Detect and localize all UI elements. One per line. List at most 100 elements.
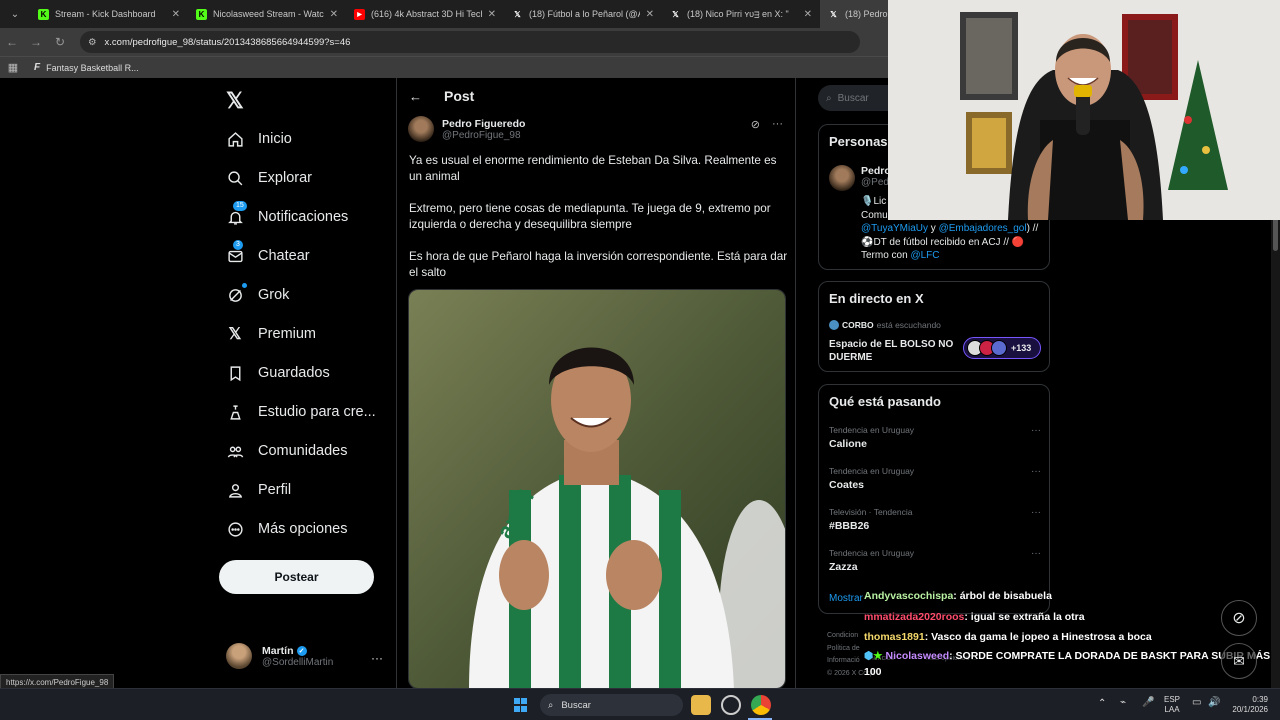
reload-icon[interactable]: ↻ [48, 35, 72, 49]
nav-item-perfil[interactable]: Perfil [226, 478, 291, 502]
avatar [226, 643, 252, 669]
nav-item-premium[interactable]: 𝕏 Premium [226, 322, 316, 346]
close-tab-icon[interactable]: ✕ [646, 9, 654, 20]
avatar[interactable] [408, 116, 434, 142]
bio-mention[interactable]: @Embajadores_gol [939, 223, 1027, 234]
nav-label: Notificaciones [258, 209, 349, 225]
taskbar-search-label: Buscar [561, 699, 591, 711]
nav-item-inicio[interactable]: Inicio [226, 127, 292, 151]
trend-item[interactable]: Tendencia en Uruguay Zazza ··· [829, 548, 1041, 573]
nav-label: Inicio [258, 131, 292, 147]
messages-float-button[interactable]: ✉ [1221, 643, 1257, 679]
url-field[interactable]: ⚙ x.com/pedrofigue_98/status/20134386856… [80, 31, 860, 53]
nav-item-estudio[interactable]: Estudio para cre... [226, 400, 376, 424]
nav-item-chatear[interactable]: 3 Chatear [226, 240, 310, 268]
forward-icon[interactable]: → [24, 35, 48, 49]
browser-tab[interactable]: ▶ (616) 4k Abstract 3D Hi Tech Fu ✕ [346, 0, 504, 28]
close-tab-icon[interactable]: ✕ [488, 9, 496, 20]
chrome-icon[interactable] [751, 695, 771, 715]
chat-username: thomas1891 [864, 631, 925, 643]
author-handle[interactable]: @PedroFigue_98 [442, 130, 525, 141]
tab-title: Nicolasweed Stream - Watch Li [213, 9, 324, 19]
live-card: En directo en X CORBO está escuchando Es… [818, 281, 1050, 372]
nav-item-guardados[interactable]: Guardados [226, 361, 330, 385]
mic-icon[interactable]: 🎤 [1142, 698, 1154, 708]
browser-tab[interactable]: K Nicolasweed Stream - Watch Li ✕ [188, 0, 346, 28]
browser-tab[interactable]: 𝕏 (18) Fútbol a lo Peñarol (@AloP ✕ [504, 0, 662, 28]
browser-tab[interactable]: K Stream - Kick Dashboard ✕ [30, 0, 188, 28]
account-switcher[interactable]: Martín ✓ @SordelliMartin [226, 643, 333, 669]
footer-copyright: © 2026 X Corp. [827, 669, 876, 677]
show-more-link[interactable]: Mostrar [829, 593, 863, 604]
more-icon[interactable]: ··· [1031, 507, 1041, 518]
language-indicator[interactable]: ESP LAA [1164, 695, 1180, 715]
relevant-person[interactable]: Pedro @Pedr [829, 165, 892, 191]
space-title[interactable]: Espacio de EL BOLSO NO DUERME [829, 338, 954, 364]
close-tab-icon[interactable]: ✕ [804, 9, 812, 20]
bookmark-item[interactable]: F Fantasy Basketball R... [34, 62, 139, 73]
search-icon: ⌕ [826, 92, 832, 104]
close-tab-icon[interactable]: ✕ [172, 9, 180, 20]
nav-label: Explorar [258, 170, 312, 186]
trend-context: Tendencia en Uruguay [829, 548, 915, 558]
card-title: Qué está pasando [829, 394, 941, 409]
post-image[interactable]: antel [408, 289, 786, 689]
more-icon[interactable]: ··· [1031, 425, 1041, 436]
tab-title: (18) Fútbol a lo Peñarol (@AloP [529, 9, 640, 19]
site-info-icon[interactable]: ⚙ [88, 37, 97, 48]
nav-item-mas-opciones[interactable]: Más opciones [226, 517, 347, 541]
grok-icon [226, 283, 247, 304]
x-logo-icon[interactable]: 𝕏 [226, 88, 244, 114]
trending-card: Qué está pasando Tendencia en Uruguay Ca… [818, 384, 1050, 614]
nav-item-grok[interactable]: Grok [226, 283, 289, 307]
windows-start-icon[interactable] [511, 695, 531, 715]
grok-icon[interactable]: ⊘ [751, 118, 760, 131]
tray-chevron-icon[interactable]: ⌃ [1098, 699, 1106, 709]
trend-item[interactable]: Tendencia en Uruguay Coates ··· [829, 466, 1041, 491]
network-icon[interactable]: ⌁ [1120, 698, 1126, 708]
file-explorer-icon[interactable] [691, 695, 711, 715]
browser-tab[interactable]: 𝕏 (18) Nico Pirri ʏᴜᴟ en X: " ✕ [662, 0, 820, 28]
profile-icon [226, 481, 244, 499]
display-icon[interactable]: ▭ [1192, 698, 1201, 708]
footer-link[interactable]: Política de [827, 643, 867, 656]
main-column: ← Post Pedro Figueredo @PedroFigue_98 ⊘ … [396, 78, 796, 689]
more-icon[interactable]: ··· [772, 118, 783, 131]
close-tab-icon[interactable]: ✕ [330, 9, 338, 20]
clock[interactable]: 0:39 20/1/2026 [1228, 695, 1268, 715]
post-button[interactable]: Postear [219, 560, 374, 594]
host-status: está escuchando [876, 320, 941, 330]
grok-float-button[interactable]: ⊘ [1221, 600, 1257, 636]
bio-line: Termo con @LFC [861, 249, 1047, 263]
more-icon[interactable]: ··· [1031, 548, 1041, 559]
kick-icon: K [38, 8, 49, 20]
youtube-icon: ▶ [354, 8, 365, 20]
tab-search-button[interactable]: ⌄ [4, 3, 26, 25]
nav-label: Grok [258, 287, 290, 303]
trend-context: Tendencia en Uruguay [829, 466, 915, 476]
x-icon: 𝕏 [672, 9, 679, 19]
nav-label: Comunidades [258, 443, 348, 459]
trend-item[interactable]: Tendencia en Uruguay Calione ··· [829, 425, 1041, 450]
nav-item-comunidades[interactable]: Comunidades [226, 439, 347, 463]
bio-mention[interactable]: @TuyaYMiaUy [861, 223, 928, 234]
post-author[interactable]: Pedro Figueredo @PedroFigue_98 [408, 116, 525, 142]
trend-item[interactable]: Televisión · Tendencia #BBB26 ··· [829, 507, 1041, 532]
back-icon[interactable]: ← [0, 35, 24, 49]
settings-app-icon[interactable] [721, 695, 741, 715]
author-name[interactable]: Pedro Figueredo [442, 118, 525, 130]
nav-item-explorar[interactable]: Explorar [226, 166, 312, 190]
more-icon[interactable]: ··· [371, 651, 383, 665]
bio-mention[interactable]: @LFC [910, 250, 939, 261]
trend-context: Tendencia en Uruguay [829, 425, 915, 435]
taskbar-search[interactable]: ⌕ Buscar [540, 694, 683, 716]
footer-link[interactable]: Informació [827, 655, 867, 668]
back-arrow-icon[interactable]: ← [409, 89, 422, 104]
space-listeners[interactable]: +133 [963, 337, 1041, 359]
apps-grid-icon[interactable]: ▦ [0, 61, 26, 74]
footer-link[interactable]: Condicion [827, 630, 867, 643]
more-icon[interactable]: ··· [1031, 466, 1041, 477]
volume-icon[interactable]: 🔊 [1208, 698, 1220, 708]
nav-item-notificaciones[interactable]: 15 Notificaciones [226, 201, 349, 229]
chat-text: : Vasco da gama le jopeo a Hinestrosa a … [924, 631, 1152, 643]
